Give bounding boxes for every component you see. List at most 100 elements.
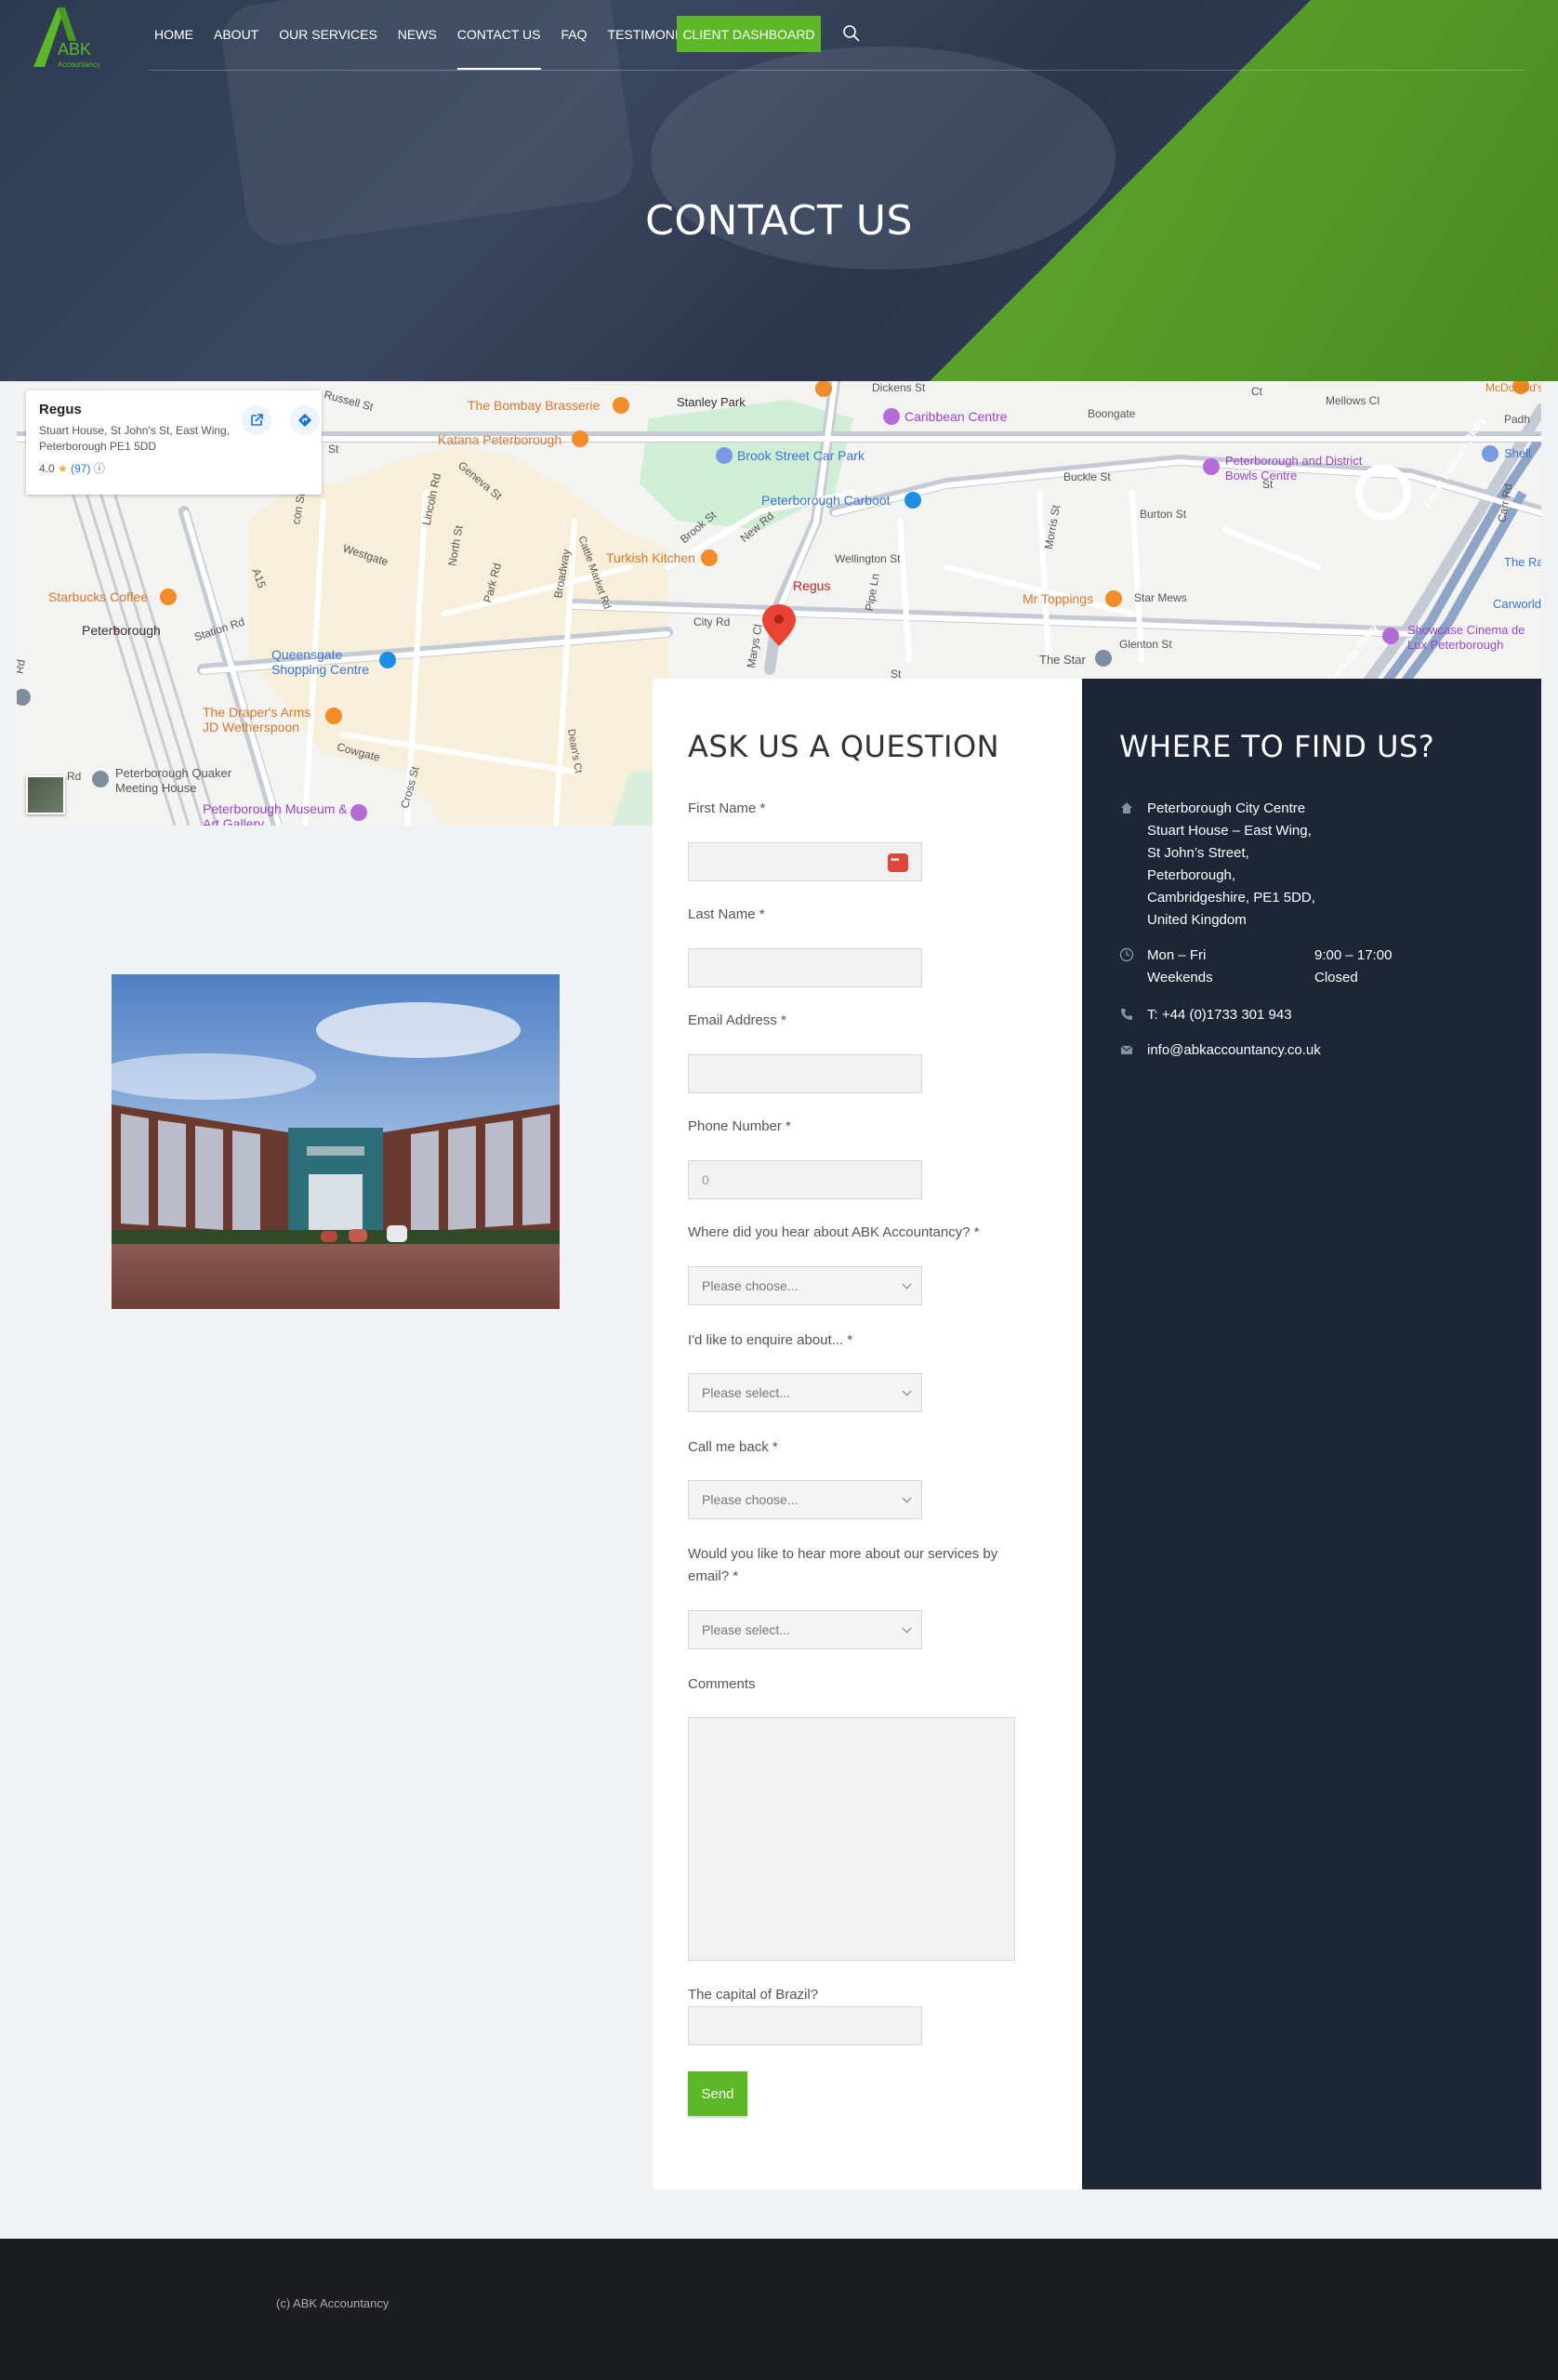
map-label: Burton St	[1140, 508, 1187, 521]
callback-label: Call me back *	[688, 1439, 778, 1455]
callback-select[interactable]: Please choose...	[688, 1480, 922, 1519]
map-label: Star Mews	[1134, 591, 1187, 604]
first-name-label: First Name *	[688, 800, 766, 816]
address-line: Cambridgeshire, PE1 5DD,	[1147, 890, 1315, 906]
building-photo	[112, 974, 560, 1309]
address-line: St John’s Street,	[1147, 845, 1249, 861]
copyright: (c) ABK Accountancy	[276, 2296, 390, 2310]
main-nav: HOME ABOUT OUR SERVICES NEWS CONTACT US …	[154, 23, 723, 70]
phone-input[interactable]: 0	[688, 1160, 922, 1199]
phone-label: Phone Number *	[688, 1118, 791, 1134]
map-label[interactable]: Carworld Supe	[1493, 597, 1541, 611]
map-label: Boongate	[1088, 407, 1136, 420]
hours-days: Mon – Fri	[1147, 947, 1207, 963]
page-title: CONTACT US	[645, 197, 913, 245]
phone-icon	[1121, 1009, 1132, 1020]
nav-faq[interactable]: FAQ	[561, 23, 588, 46]
email-link[interactable]: info@abkaccountancy.co.uk	[1147, 1039, 1321, 1062]
nav-contact-us[interactable]: CONTACT US	[456, 23, 541, 70]
map-label: Ct	[1251, 385, 1262, 398]
map-label: Stanley Park	[677, 395, 746, 409]
footer: (c) ABK Accountancy	[0, 2239, 1558, 2380]
comments-label: Comments	[688, 1676, 756, 1692]
map-label-regus[interactable]: Regus	[793, 578, 830, 593]
map-label: Peterborough	[82, 623, 161, 638]
map-label[interactable]: Peterborough Museum & Art Gallery	[203, 801, 351, 826]
map-label[interactable]: Turkish Kitchen	[606, 550, 695, 565]
map-label: Padh	[1504, 413, 1531, 426]
envelope-icon	[1120, 1045, 1133, 1054]
search-icon[interactable]	[842, 24, 861, 43]
map-label[interactable]: Showcase Cinema de Lux Peterborough	[1407, 623, 1541, 653]
map-label: Glenton St	[1119, 638, 1172, 651]
email-input[interactable]	[688, 1054, 922, 1093]
map-label[interactable]: Caribbean Centre	[904, 409, 1008, 424]
nav-our-services[interactable]: OUR SERVICES	[279, 23, 377, 46]
find-us-title: WHERE TO FIND US?	[1119, 729, 1435, 764]
map-label: Wellington St	[835, 552, 901, 565]
hours-table: Mon – Fri 9:00 – 17:00 Weekends Closed	[1147, 945, 1392, 989]
place-address: Stuart House, St John's St, East Wing, P…	[39, 424, 231, 453]
address-line: Peterborough,	[1147, 867, 1236, 883]
nav-about[interactable]: ABOUT	[214, 23, 258, 46]
map-label: Buckle St	[1063, 470, 1111, 483]
map-place-card: Regus Stuart House, St John's St, East W…	[26, 390, 322, 495]
email-optin-label: Would you like to hear more about our se…	[688, 1546, 998, 1584]
directions-icon[interactable]	[290, 405, 320, 435]
enquire-label: I'd like to enquire about... *	[688, 1332, 853, 1348]
where-to-find-us: WHERE TO FIND US? Peterborough City Cent…	[1082, 679, 1541, 2189]
map-label[interactable]: Peterborough Carboot	[761, 493, 891, 508]
map-label[interactable]: McDonald's	[1485, 381, 1541, 394]
last-name-input[interactable]	[688, 948, 922, 987]
enquire-select[interactable]: Please select...	[688, 1373, 922, 1412]
email-optin-select[interactable]: Please select...	[688, 1610, 922, 1649]
map-label[interactable]: Peterborough Quaker Meeting House	[115, 766, 264, 796]
review-count[interactable]: (97)	[71, 462, 90, 475]
map-label: Dickens St	[872, 381, 926, 394]
clock-icon	[1119, 947, 1134, 962]
last-name-label: Last Name *	[688, 906, 765, 922]
nav-news[interactable]: NEWS	[398, 23, 437, 46]
nav-divider	[149, 70, 1525, 71]
map-label[interactable]: The Bombay Brasserie	[468, 398, 600, 413]
map-label[interactable]: Shell	[1504, 446, 1531, 460]
page: ABK Accountancy HOME ABOUT OUR SERVICES …	[0, 0, 1558, 2380]
map-label[interactable]: The Draper's Arms JD Wetherspoon	[203, 705, 323, 734]
regus-pin-icon	[762, 604, 796, 646]
hero-banner: ABK Accountancy HOME ABOUT OUR SERVICES …	[0, 0, 1558, 381]
map-label[interactable]: Starbucks Coffee	[48, 589, 148, 604]
email-label: Email Address *	[688, 1012, 786, 1028]
captcha-input[interactable]	[688, 2006, 922, 2045]
map-label[interactable]: Brook Street Car Park	[737, 448, 865, 463]
home-icon	[1121, 802, 1132, 813]
password-manager-icon[interactable]	[888, 853, 908, 872]
address-line: United Kingdom	[1147, 912, 1247, 928]
map-satellite-toggle[interactable]	[26, 775, 65, 814]
map-label[interactable]: Mr Toppings	[1023, 591, 1093, 606]
send-button[interactable]: Send	[688, 2071, 747, 2116]
map-label[interactable]: Peterborough and District Bowls Centre	[1225, 454, 1374, 483]
map-label: Rd	[67, 770, 82, 783]
hours-time: 9:00 – 17:00	[1314, 947, 1393, 963]
address-line: Stuart House – East Wing,	[1147, 823, 1312, 839]
map-label[interactable]: The Star	[1039, 653, 1086, 667]
hear-about-select[interactable]: Please choose...	[688, 1266, 922, 1305]
map-label[interactable]: The Rang	[1504, 555, 1541, 569]
star-icon: ★	[58, 462, 68, 475]
info-icon[interactable]: ⓘ	[94, 462, 105, 475]
comments-textarea[interactable]	[688, 1717, 1015, 1961]
client-dashboard-button[interactable]: CLIENT DASHBOARD	[677, 16, 821, 52]
hours-days: Weekends	[1147, 970, 1213, 985]
form-title: ASK US A QUESTION	[688, 729, 1000, 764]
phone-number[interactable]: T: +44 (0)1733 301 943	[1147, 1004, 1292, 1026]
hear-about-label: Where did you hear about ABK Accountancy…	[688, 1224, 980, 1240]
map-label[interactable]: Katana Peterborough	[438, 432, 561, 447]
map-label: City Rd	[693, 615, 731, 628]
logo[interactable]: ABK Accountancy	[30, 4, 100, 71]
contact-form: ASK US A QUESTION First Name * Last Name…	[653, 679, 1082, 2189]
map-label[interactable]: Queensgate Shopping Centre	[271, 647, 383, 677]
open-in-maps-icon[interactable]	[242, 405, 271, 435]
first-name-input[interactable]	[688, 842, 922, 881]
map-label: St	[328, 443, 339, 456]
nav-home[interactable]: HOME	[154, 23, 193, 46]
